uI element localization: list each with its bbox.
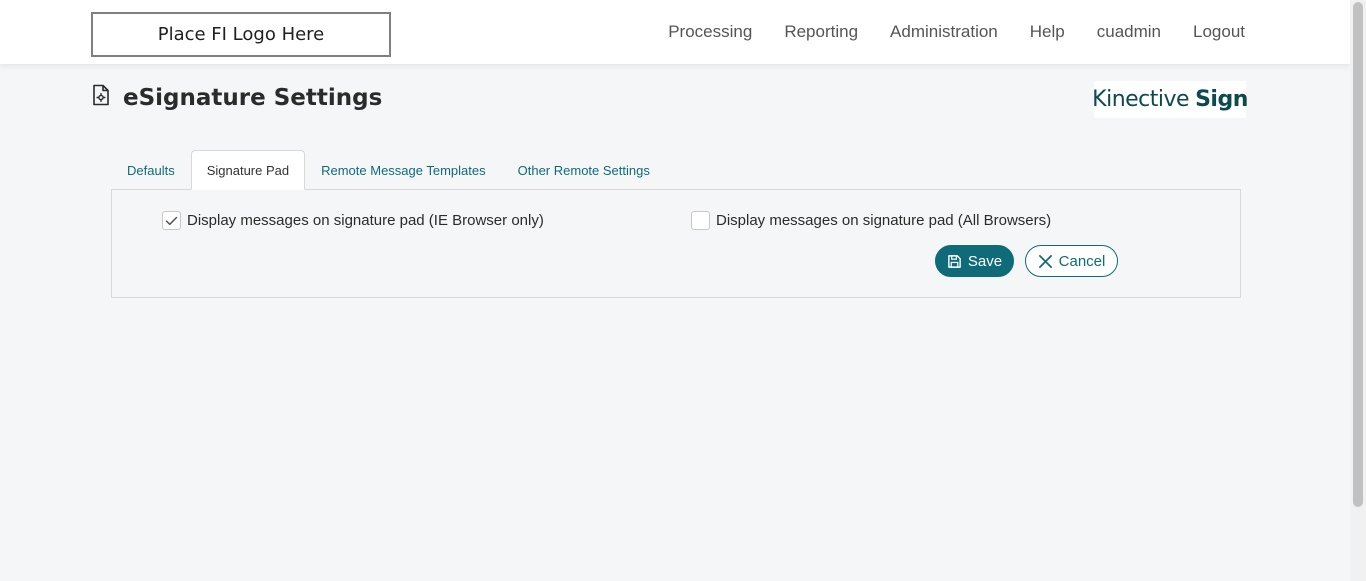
nav-administration[interactable]: Administration xyxy=(890,22,998,42)
save-icon xyxy=(948,254,961,268)
ie-browser-label: Display messages on signature pad (IE Br… xyxy=(187,212,544,229)
all-browsers-label: Display messages on signature pad (All B… xyxy=(716,212,1052,229)
top-navbar: Place FI Logo Here Processing Reporting … xyxy=(0,0,1350,64)
page-header: eSignature Settings xyxy=(91,84,382,111)
nav-help[interactable]: Help xyxy=(1030,22,1065,42)
main-nav: Processing Reporting Administration Help… xyxy=(668,0,1245,64)
nav-logout[interactable]: Logout xyxy=(1193,22,1245,42)
save-button[interactable]: Save xyxy=(935,245,1014,277)
brand-light-text: Kinective xyxy=(1092,87,1190,112)
nav-user-cuadmin[interactable]: cuadmin xyxy=(1097,22,1161,42)
nav-processing[interactable]: Processing xyxy=(668,22,752,42)
fi-logo-placeholder[interactable]: Place FI Logo Here xyxy=(91,12,391,57)
settings-tabs: Defaults Signature Pad Remote Message Te… xyxy=(111,150,666,190)
kinective-sign-logo: Kinective Sign xyxy=(1092,81,1248,118)
cancel-button[interactable]: Cancel xyxy=(1025,245,1118,277)
logo-text: Place FI Logo Here xyxy=(157,24,325,45)
option-all-browsers[interactable]: Display messages on signature pad (All B… xyxy=(691,211,1051,230)
signature-pad-panel: Display messages on signature pad (IE Br… xyxy=(111,189,1241,298)
all-browsers-checkbox[interactable] xyxy=(691,211,710,230)
checkmark-icon xyxy=(165,216,178,225)
nav-reporting[interactable]: Reporting xyxy=(784,22,858,42)
tab-other-remote-settings[interactable]: Other Remote Settings xyxy=(502,150,666,190)
tab-signature-pad[interactable]: Signature Pad xyxy=(190,150,306,190)
tab-remote-message-templates[interactable]: Remote Message Templates xyxy=(305,150,502,190)
scrollbar-thumb[interactable] xyxy=(1353,2,1363,507)
tab-defaults[interactable]: Defaults xyxy=(111,150,191,190)
option-ie-browser[interactable]: Display messages on signature pad (IE Br… xyxy=(162,211,544,230)
save-button-label: Save xyxy=(967,252,1003,270)
cancel-button-label: Cancel xyxy=(1058,252,1106,270)
vertical-scrollbar[interactable] xyxy=(1350,0,1366,581)
brand-bold-text: Sign xyxy=(1195,87,1248,112)
page-title: eSignature Settings xyxy=(123,84,383,111)
close-icon xyxy=(1038,254,1052,268)
file-settings-icon xyxy=(91,84,111,111)
ie-browser-checkbox[interactable] xyxy=(162,211,181,230)
